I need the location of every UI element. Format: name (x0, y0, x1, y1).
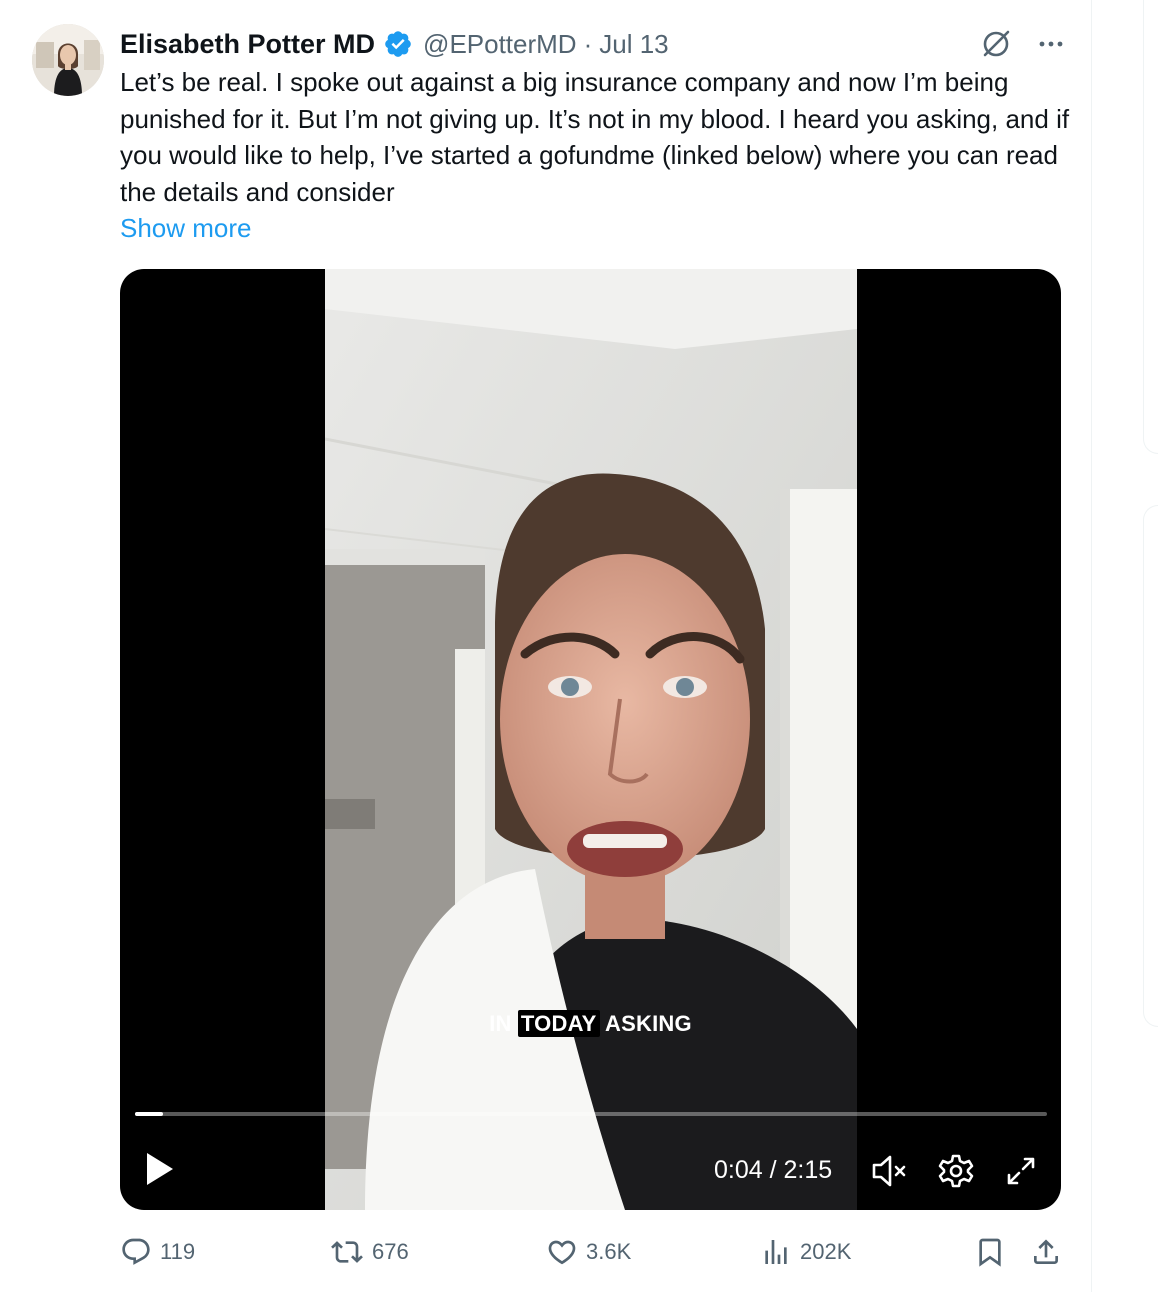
bookmark-icon (974, 1236, 1006, 1268)
author-name[interactable]: Elisabeth Potter MD (120, 29, 375, 60)
author-handle[interactable]: @EPotterMD (423, 29, 577, 60)
video-caption: IN TODAY ASKING (120, 1010, 1061, 1037)
reply-button[interactable]: 119 (120, 1232, 195, 1272)
tweet-text: Let’s be real. I spoke out against a big… (120, 67, 1070, 207)
views-button[interactable]: 202K (760, 1232, 851, 1272)
like-count: 3.6K (586, 1239, 632, 1264)
video-duration: 2:15 (783, 1156, 833, 1184)
header-actions (978, 24, 1066, 64)
avatar-image (32, 24, 104, 96)
video-time-separator: / (769, 1156, 777, 1184)
sidebar-card-edge (1143, 505, 1158, 1027)
video-player[interactable]: IN TODAY ASKING 0:04 / 2:15 (120, 269, 1061, 1210)
author-avatar[interactable] (32, 24, 104, 96)
reply-icon (120, 1236, 152, 1268)
like-button[interactable]: 3.6K (546, 1232, 631, 1272)
repost-icon (330, 1236, 364, 1268)
tweet-card[interactable]: Elisabeth Potter MD @EPotterMD · Jul 13 (0, 0, 1092, 1292)
share-button[interactable] (1030, 1232, 1062, 1272)
views-count: 202K (800, 1239, 852, 1264)
caption-word-highlight: TODAY (517, 1010, 600, 1037)
tweet-header: Elisabeth Potter MD @EPotterMD · Jul 13 (120, 24, 669, 64)
share-icon (1030, 1236, 1062, 1268)
video-progress-fill (135, 1112, 164, 1116)
video-time: 0:04 / 2:15 (714, 1153, 832, 1187)
fullscreen-icon[interactable] (1003, 1153, 1039, 1189)
video-progress-bar[interactable] (135, 1112, 1047, 1116)
tweet-date[interactable]: Jul 13 (599, 29, 668, 60)
repost-count: 676 (372, 1239, 409, 1264)
caption-word-after: ASKING (605, 1011, 692, 1036)
header-separator: · (583, 28, 593, 59)
verified-badge-icon[interactable] (383, 29, 413, 59)
video-frame (325, 269, 857, 1210)
bookmark-button[interactable] (974, 1232, 1006, 1272)
caption-word-before: IN (489, 1011, 512, 1036)
repost-button[interactable]: 676 (330, 1232, 409, 1272)
settings-icon[interactable] (938, 1153, 974, 1189)
mute-icon[interactable] (870, 1153, 910, 1189)
views-icon (760, 1236, 792, 1268)
play-icon[interactable] (144, 1151, 176, 1187)
sidebar-card-edge (1143, 0, 1158, 454)
more-icon[interactable] (1036, 29, 1066, 59)
video-current-time: 0:04 (714, 1156, 763, 1184)
like-icon (546, 1236, 578, 1268)
tweet-actions: 119 676 3.6K 202K (120, 1232, 1064, 1272)
show-more-link[interactable]: Show more (120, 210, 252, 246)
reply-count: 119 (160, 1239, 196, 1264)
grok-icon[interactable] (978, 26, 1014, 62)
